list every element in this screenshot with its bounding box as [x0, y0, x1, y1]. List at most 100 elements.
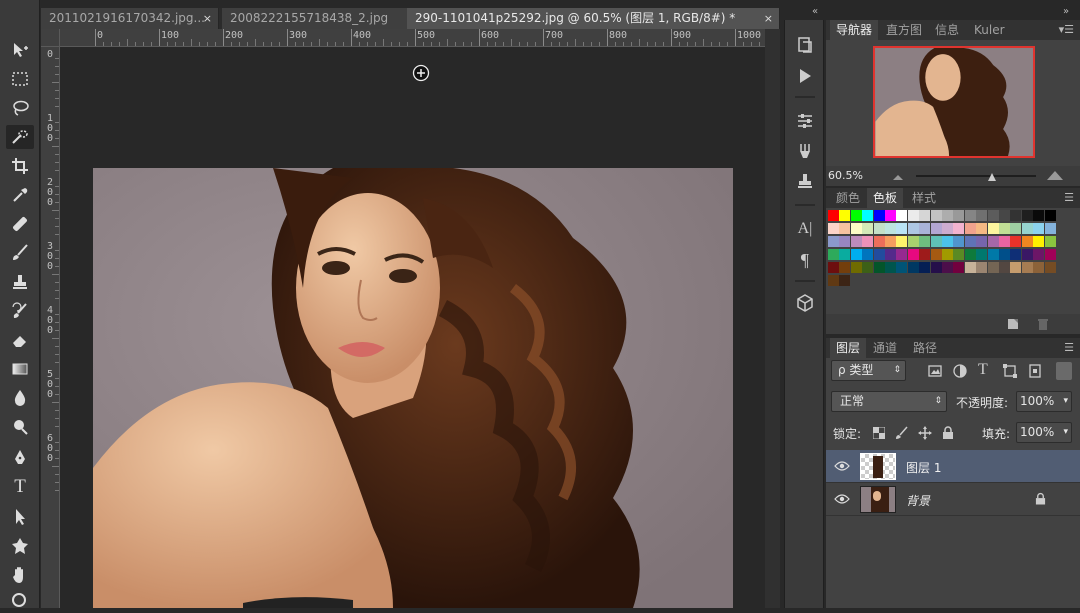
color-swatch[interactable]: [953, 223, 965, 234]
adjustment-layer-filter-icon[interactable]: [953, 364, 967, 378]
color-swatch[interactable]: [987, 223, 999, 234]
color-swatch[interactable]: [1033, 223, 1045, 234]
color-swatch[interactable]: [1033, 236, 1045, 247]
layer-row-background[interactable]: 背景: [826, 483, 1080, 516]
color-swatch[interactable]: [1044, 236, 1056, 247]
color-swatch[interactable]: [873, 210, 885, 221]
lasso-tool-icon[interactable]: [6, 96, 34, 120]
color-swatch[interactable]: [839, 236, 851, 247]
tab-paths[interactable]: 路径: [907, 338, 943, 358]
color-swatch[interactable]: [976, 249, 988, 260]
color-swatch[interactable]: [907, 262, 919, 273]
tab-styles[interactable]: 样式: [906, 188, 942, 208]
shape-tool-icon[interactable]: [6, 534, 34, 558]
color-swatch[interactable]: [862, 236, 874, 247]
tab-channels[interactable]: 通道: [867, 338, 903, 358]
color-swatch[interactable]: [1021, 249, 1033, 260]
color-swatch[interactable]: [839, 249, 851, 260]
zoom-tool-icon[interactable]: [6, 589, 34, 613]
tab-swatches[interactable]: 色板: [867, 188, 904, 208]
color-swatch[interactable]: [828, 249, 839, 260]
zoom-value[interactable]: 60.5%: [828, 169, 863, 182]
shape-layer-filter-icon[interactable]: [1003, 364, 1017, 378]
panel-menu-icon[interactable]: ▾☰: [1059, 23, 1074, 36]
delete-swatch-icon[interactable]: [1036, 317, 1050, 331]
zoom-out-icon[interactable]: [892, 171, 904, 181]
color-swatch[interactable]: [1033, 249, 1045, 260]
color-swatch[interactable]: [839, 223, 851, 234]
color-swatch[interactable]: [839, 210, 851, 221]
tab-color[interactable]: 颜色: [830, 188, 866, 208]
color-swatch[interactable]: [919, 223, 931, 234]
color-swatch[interactable]: [999, 210, 1010, 221]
color-swatch[interactable]: [987, 262, 999, 273]
color-swatch[interactable]: [930, 223, 942, 234]
color-swatch[interactable]: [942, 249, 953, 260]
filter-toggle-switch[interactable]: [1056, 362, 1072, 380]
color-swatch[interactable]: [1010, 262, 1022, 273]
color-swatch[interactable]: [919, 210, 931, 221]
color-swatch[interactable]: [896, 223, 908, 234]
color-swatch[interactable]: [873, 223, 885, 234]
color-swatch[interactable]: [919, 262, 931, 273]
color-swatch[interactable]: [919, 249, 931, 260]
color-swatch[interactable]: [828, 275, 839, 286]
color-swatch[interactable]: [976, 223, 988, 234]
color-swatch[interactable]: [976, 210, 988, 221]
tab-kuler[interactable]: Kuler: [968, 20, 1011, 40]
lock-pixels-icon[interactable]: [895, 426, 909, 440]
collapse-panels-icon[interactable]: «: [812, 6, 818, 17]
color-swatch[interactable]: [907, 223, 919, 234]
pixel-layer-filter-icon[interactable]: [928, 364, 942, 378]
panel-menu-icon[interactable]: ☰: [1064, 191, 1074, 204]
zoom-slider-thumb[interactable]: [987, 170, 996, 181]
color-swatch[interactable]: [862, 262, 874, 273]
close-tab-icon[interactable]: ×: [764, 8, 773, 29]
blend-mode-select[interactable]: 正常 ⇕: [831, 391, 947, 412]
color-swatch[interactable]: [885, 210, 896, 221]
color-swatch[interactable]: [987, 210, 999, 221]
zoom-in-icon[interactable]: [1046, 169, 1064, 181]
color-swatch[interactable]: [1010, 249, 1022, 260]
color-swatch[interactable]: [1021, 262, 1033, 273]
color-swatch[interactable]: [873, 249, 885, 260]
3d-panel-icon[interactable]: [793, 292, 817, 314]
adjustments-icon[interactable]: [793, 110, 817, 132]
color-swatch[interactable]: [896, 249, 908, 260]
layer-row-selected[interactable]: 图层 1: [826, 450, 1080, 483]
lock-transparent-icon[interactable]: [873, 427, 885, 439]
visibility-eye-icon[interactable]: [834, 460, 850, 472]
color-swatch[interactable]: [953, 249, 965, 260]
color-swatch[interactable]: [828, 262, 839, 273]
color-swatch[interactable]: [976, 262, 988, 273]
fill-input[interactable]: 100% ▾: [1016, 422, 1072, 443]
color-swatch[interactable]: [839, 275, 851, 286]
color-swatch[interactable]: [1010, 236, 1022, 247]
color-swatch[interactable]: [964, 210, 976, 221]
color-swatch[interactable]: [953, 210, 965, 221]
color-swatch[interactable]: [1021, 223, 1033, 234]
pen-tool-icon[interactable]: [6, 446, 34, 470]
color-swatch[interactable]: [942, 262, 953, 273]
path-select-tool-icon[interactable]: [6, 505, 34, 529]
color-swatch[interactable]: [919, 236, 931, 247]
color-swatch[interactable]: [885, 262, 896, 273]
tab-layers[interactable]: 图层: [830, 338, 867, 358]
brush-tool-icon[interactable]: [6, 241, 34, 265]
type-layer-filter-icon[interactable]: T: [978, 361, 988, 379]
color-swatch[interactable]: [953, 262, 965, 273]
color-swatch[interactable]: [885, 249, 896, 260]
color-swatch[interactable]: [873, 236, 885, 247]
type-tool-icon[interactable]: T: [6, 475, 34, 499]
color-swatch[interactable]: [930, 236, 942, 247]
character-panel-icon[interactable]: A|: [793, 218, 817, 240]
color-swatch[interactable]: [999, 236, 1010, 247]
color-swatch[interactable]: [942, 210, 953, 221]
color-swatch[interactable]: [850, 249, 862, 260]
color-swatch[interactable]: [885, 236, 896, 247]
lock-all-icon[interactable]: [942, 426, 954, 440]
color-swatch[interactable]: [850, 210, 862, 221]
color-swatch[interactable]: [907, 236, 919, 247]
color-swatch[interactable]: [999, 262, 1010, 273]
document-tab-1[interactable]: 2011021916170342.jpg... ×: [41, 8, 219, 29]
